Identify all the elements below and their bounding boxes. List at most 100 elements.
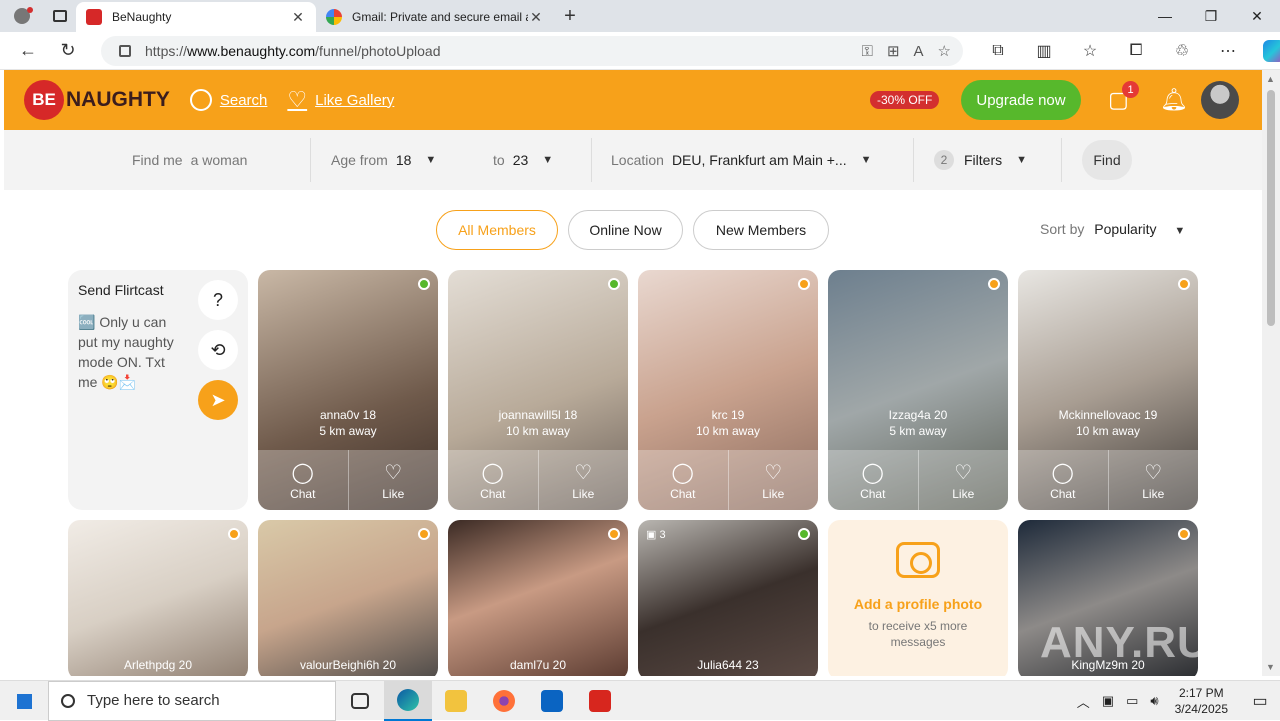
- chevron-up-icon[interactable]: ︿: [1077, 692, 1090, 711]
- acrobat-icon[interactable]: [576, 681, 624, 721]
- favorites-icon[interactable]: ☆: [1067, 41, 1113, 61]
- chat-label: Chat: [860, 486, 886, 501]
- age-from-select[interactable]: Age from 18 ▼: [331, 130, 436, 190]
- site-logo[interactable]: BE NAUGHTY: [24, 80, 170, 120]
- member-card[interactable]: Arlethpdg 20: [68, 520, 248, 676]
- refresh-icon[interactable]: ↻: [48, 32, 88, 70]
- scroll-down-icon[interactable]: ▼: [1266, 662, 1275, 672]
- back-icon[interactable]: ←: [8, 32, 48, 70]
- upgrade-button[interactable]: Upgrade now: [961, 80, 1081, 120]
- favorite-star-icon[interactable]: ☆: [938, 42, 951, 60]
- chat-button[interactable]: ◯ Chat: [828, 450, 918, 510]
- nav-search-link[interactable]: Search: [189, 89, 268, 111]
- file-explorer-icon[interactable]: [432, 681, 480, 721]
- photo-count: ▣ 3: [646, 529, 666, 541]
- tab-online-now[interactable]: Online Now: [568, 210, 683, 250]
- collections-icon[interactable]: ⧠: [1113, 42, 1159, 60]
- chat-button[interactable]: ◯ Chat: [448, 450, 538, 510]
- chat-button[interactable]: ◯ Chat: [1018, 450, 1108, 510]
- browser-toolbar: ⧉ ▥ ☆ ⧠ ♲ ⋯: [975, 36, 1280, 66]
- edge-icon[interactable]: [384, 680, 432, 721]
- minimize-icon[interactable]: —: [1142, 0, 1188, 32]
- member-card[interactable]: valourBeighi6h 20: [258, 520, 438, 676]
- new-tab-icon[interactable]: +: [554, 5, 586, 28]
- url-field[interactable]: https://www.benaughty.com/funnel/photoUp…: [101, 36, 963, 66]
- network-icon[interactable]: ▭: [1126, 693, 1138, 709]
- like-button[interactable]: ♡ Like: [727, 450, 819, 510]
- tab-gmail[interactable]: Gmail: Private and secure email at no co…: [316, 2, 554, 32]
- bell-icon[interactable]: 🔔︎: [1160, 87, 1188, 113]
- member-card[interactable]: krc 19 10 km away ◯ Chat ♡ Like: [638, 270, 818, 510]
- copilot-icon[interactable]: [1263, 40, 1280, 62]
- performance-icon[interactable]: ♲: [1159, 41, 1205, 61]
- location-select[interactable]: Location DEU, Frankfurt am Main +... ▼: [611, 130, 872, 190]
- extensions-icon[interactable]: ⧉: [975, 42, 1021, 60]
- send-icon[interactable]: ➤: [198, 380, 238, 420]
- close-icon[interactable]: ✕: [528, 9, 544, 26]
- like-button[interactable]: ♡ Like: [917, 450, 1009, 510]
- tab-all-members[interactable]: All Members: [436, 210, 558, 250]
- taskbar-search-placeholder: Type here to search: [87, 692, 220, 709]
- member-tabs: All Members Online Now New Members Sort …: [4, 210, 1262, 250]
- add-profile-photo-card[interactable]: Add a profile photo to receive x5 more m…: [828, 520, 1008, 676]
- outlook-icon[interactable]: [528, 681, 576, 721]
- chat-button[interactable]: ◯ Chat: [258, 450, 348, 510]
- flirtcast-message: 🆒 Only u can put my naughty mode ON. Txt…: [78, 314, 174, 390]
- firefox-icon[interactable]: [480, 681, 528, 721]
- restore-icon[interactable]: ❐: [1188, 0, 1234, 32]
- flirtcast-panel: Send Flirtcast 🆒 Only u can put my naugh…: [68, 270, 248, 510]
- notification-icon[interactable]: ▭: [1240, 691, 1280, 711]
- clock-time: 2:17 PM: [1178, 686, 1224, 700]
- logo-text: NAUGHTY: [66, 88, 170, 111]
- help-icon[interactable]: ?: [198, 280, 238, 320]
- find-me-select[interactable]: Find me a woman: [132, 130, 247, 190]
- heart-icon: ♡: [1144, 461, 1163, 484]
- task-view-icon[interactable]: [336, 681, 384, 721]
- start-button[interactable]: [0, 681, 48, 721]
- tab-benaughty[interactable]: BeNaughty ✕: [76, 2, 316, 32]
- lock-icon[interactable]: [119, 45, 131, 57]
- close-window-icon[interactable]: ✕: [1234, 0, 1280, 32]
- member-card[interactable]: Izzag4a 20 5 km away ◯ Chat ♡ Like: [828, 270, 1008, 510]
- user-avatar[interactable]: [1201, 81, 1239, 119]
- device-icon[interactable]: ▣: [1102, 693, 1114, 709]
- split-screen-icon[interactable]: ▥: [1021, 41, 1067, 61]
- nav-search-label: Search: [219, 91, 268, 109]
- key-icon[interactable]: ⚿: [862, 43, 873, 60]
- sort-select[interactable]: Sort by Popularity ▼: [1040, 221, 1185, 237]
- filters-button[interactable]: 2 Filters ▼: [934, 130, 1027, 190]
- apps-icon[interactable]: ⊞: [887, 42, 900, 60]
- tab-actions-icon[interactable]: [44, 0, 76, 32]
- discount-badge[interactable]: -30% OFF: [870, 91, 940, 109]
- windows-icon: [16, 692, 32, 709]
- member-card[interactable]: joannawill5l 18 10 km away ◯ Chat ♡ Like: [448, 270, 628, 510]
- age-from-label: Age from: [331, 152, 388, 168]
- close-icon[interactable]: ✕: [290, 9, 306, 26]
- profile-icon[interactable]: [0, 0, 44, 32]
- logo-mark: BE: [24, 80, 64, 120]
- like-button[interactable]: ♡ Like: [347, 450, 439, 510]
- member-card[interactable]: daml7u 20: [448, 520, 628, 676]
- member-card[interactable]: ▣ 3 Julia644 23: [638, 520, 818, 676]
- clock[interactable]: 2:17 PM 3/24/2025: [1175, 685, 1228, 717]
- nav-like-gallery-link[interactable]: ♡ Like Gallery: [287, 87, 394, 113]
- read-aloud-icon[interactable]: A: [914, 43, 924, 60]
- scrollbar-thumb[interactable]: [1267, 90, 1275, 326]
- like-button[interactable]: ♡ Like: [537, 450, 629, 510]
- like-button[interactable]: ♡ Like: [1107, 450, 1199, 510]
- find-button[interactable]: Find: [1082, 140, 1132, 180]
- tab-new-members[interactable]: New Members: [693, 210, 829, 250]
- chat-label: Chat: [480, 486, 506, 501]
- chat-button[interactable]: ◯ Chat: [638, 450, 728, 510]
- heart-icon: ♡: [287, 87, 308, 112]
- scroll-up-icon[interactable]: ▲: [1266, 74, 1275, 84]
- more-icon[interactable]: ⋯: [1205, 41, 1251, 61]
- member-card[interactable]: Mckinnellovaoc 19 10 km away ◯ Chat ♡ Like: [1018, 270, 1198, 510]
- page-scrollbar[interactable]: ▲ ▼: [1262, 70, 1280, 676]
- taskbar-search[interactable]: Type here to search: [48, 680, 336, 721]
- like-label: Like: [572, 486, 595, 501]
- member-card[interactable]: annа0v 18 5 km away ◯ Chat ♡ Like: [258, 270, 438, 510]
- refresh-message-icon[interactable]: ⟲: [198, 330, 238, 370]
- age-to-select[interactable]: to 23 ▼: [493, 130, 553, 190]
- volume-icon[interactable]: 🔊︎: [1150, 693, 1158, 709]
